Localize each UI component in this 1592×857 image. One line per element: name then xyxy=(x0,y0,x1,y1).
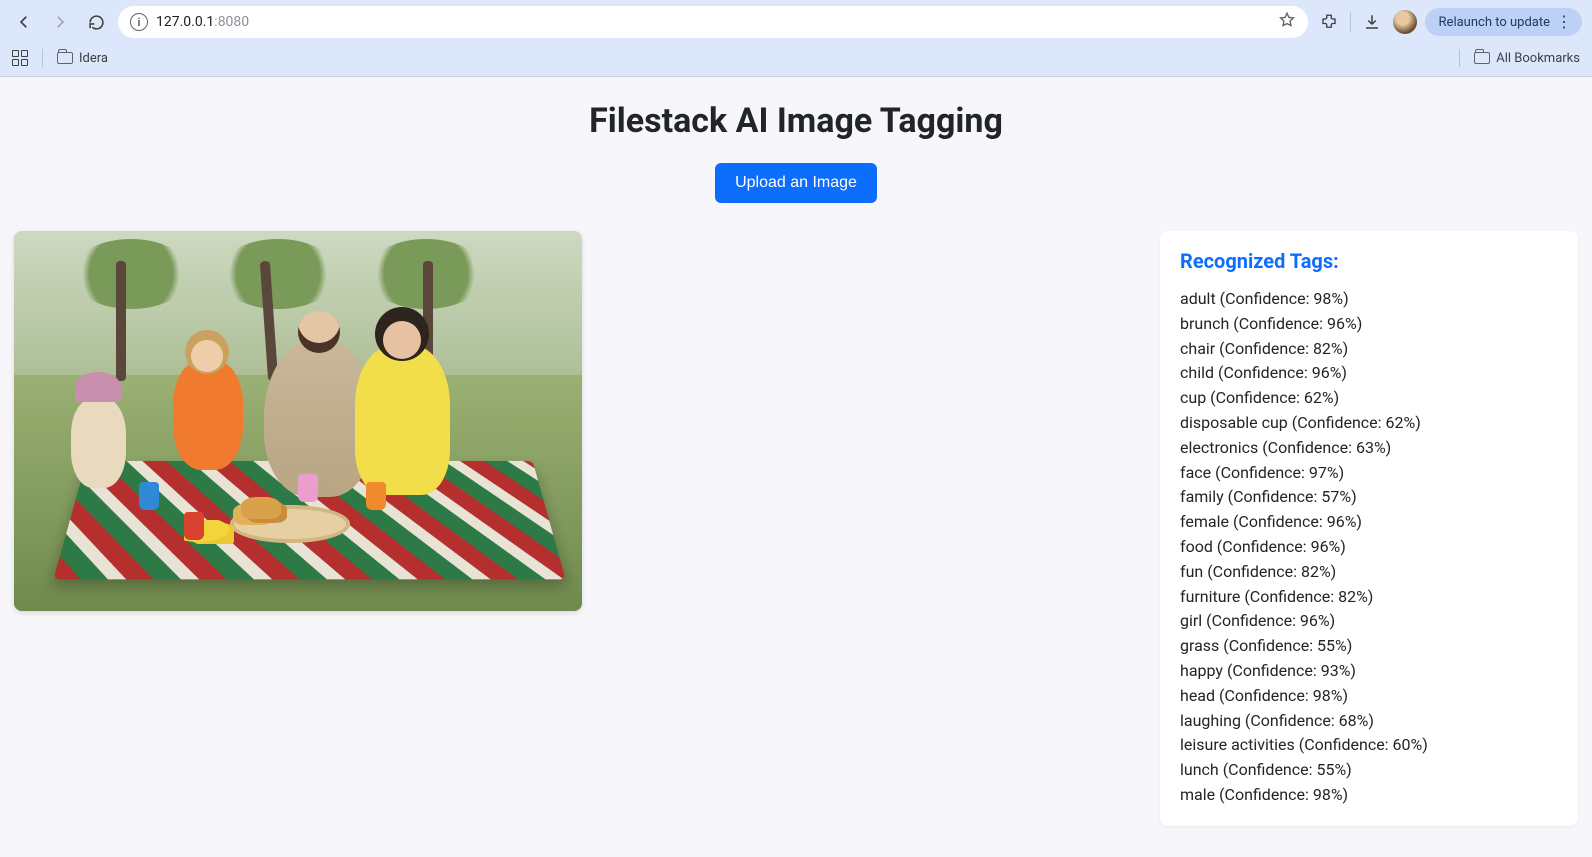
extensions-icon[interactable] xyxy=(1316,9,1342,35)
relaunch-button[interactable]: Relaunch to update ⋮ xyxy=(1425,8,1582,36)
tags-list: adult (Confidence: 98%)brunch (Confidenc… xyxy=(1180,287,1558,808)
page-title: Filestack AI Image Tagging xyxy=(14,101,1578,141)
menu-dots-icon: ⋮ xyxy=(1556,14,1572,30)
separator xyxy=(1459,49,1460,67)
site-info-icon[interactable]: i xyxy=(130,13,148,31)
apps-grid-icon[interactable] xyxy=(12,50,28,66)
browser-toolbar: i 127.0.0.1:8080 Relaunch to update ⋮ xyxy=(0,0,1592,44)
forward-button[interactable] xyxy=(46,8,74,36)
relaunch-label: Relaunch to update xyxy=(1439,15,1550,30)
tag-item: fun (Confidence: 82%) xyxy=(1180,560,1558,585)
tag-item: male (Confidence: 98%) xyxy=(1180,783,1558,808)
folder-icon xyxy=(57,52,73,64)
bookmark-folder-idera[interactable]: Idera xyxy=(57,51,108,66)
reload-button[interactable] xyxy=(82,8,110,36)
folder-icon xyxy=(1474,52,1490,64)
tag-item: female (Confidence: 96%) xyxy=(1180,510,1558,535)
tag-item: happy (Confidence: 93%) xyxy=(1180,659,1558,684)
tag-item: disposable cup (Confidence: 62%) xyxy=(1180,411,1558,436)
tag-item: grass (Confidence: 55%) xyxy=(1180,634,1558,659)
tag-item: family (Confidence: 57%) xyxy=(1180,485,1558,510)
tag-item: electronics (Confidence: 63%) xyxy=(1180,436,1558,461)
upload-button[interactable]: Upload an Image xyxy=(715,163,877,203)
profile-avatar[interactable] xyxy=(1393,10,1417,34)
browser-chrome: i 127.0.0.1:8080 Relaunch to update ⋮ Id… xyxy=(0,0,1592,77)
bookmark-label: Idera xyxy=(79,51,108,66)
tag-item: face (Confidence: 97%) xyxy=(1180,461,1558,486)
tag-item: brunch (Confidence: 96%) xyxy=(1180,312,1558,337)
uploaded-image-preview xyxy=(14,231,582,611)
all-bookmarks-label: All Bookmarks xyxy=(1496,51,1580,66)
tag-item: girl (Confidence: 96%) xyxy=(1180,609,1558,634)
all-bookmarks[interactable]: All Bookmarks xyxy=(1474,51,1580,66)
bookmarks-bar: Idera All Bookmarks xyxy=(0,44,1592,76)
tag-item: leisure activities (Confidence: 60%) xyxy=(1180,733,1558,758)
downloads-icon[interactable] xyxy=(1359,9,1385,35)
address-bar[interactable]: i 127.0.0.1:8080 xyxy=(118,6,1308,38)
tags-panel: Recognized Tags: adult (Confidence: 98%)… xyxy=(1160,231,1578,826)
tags-heading: Recognized Tags: xyxy=(1180,249,1558,273)
tag-item: furniture (Confidence: 82%) xyxy=(1180,585,1558,610)
tag-item: lunch (Confidence: 55%) xyxy=(1180,758,1558,783)
separator xyxy=(1350,12,1351,32)
tag-item: food (Confidence: 96%) xyxy=(1180,535,1558,560)
bookmark-star-icon[interactable] xyxy=(1278,11,1296,33)
tag-item: adult (Confidence: 98%) xyxy=(1180,287,1558,312)
separator xyxy=(42,49,43,67)
tag-item: child (Confidence: 96%) xyxy=(1180,361,1558,386)
tag-item: cup (Confidence: 62%) xyxy=(1180,386,1558,411)
tag-item: head (Confidence: 98%) xyxy=(1180,684,1558,709)
page-content: Filestack AI Image Tagging Upload an Ima… xyxy=(0,77,1592,826)
address-host: 127.0.0.1:8080 xyxy=(156,14,249,30)
back-button[interactable] xyxy=(10,8,38,36)
tag-item: laughing (Confidence: 68%) xyxy=(1180,709,1558,734)
tag-item: chair (Confidence: 82%) xyxy=(1180,337,1558,362)
